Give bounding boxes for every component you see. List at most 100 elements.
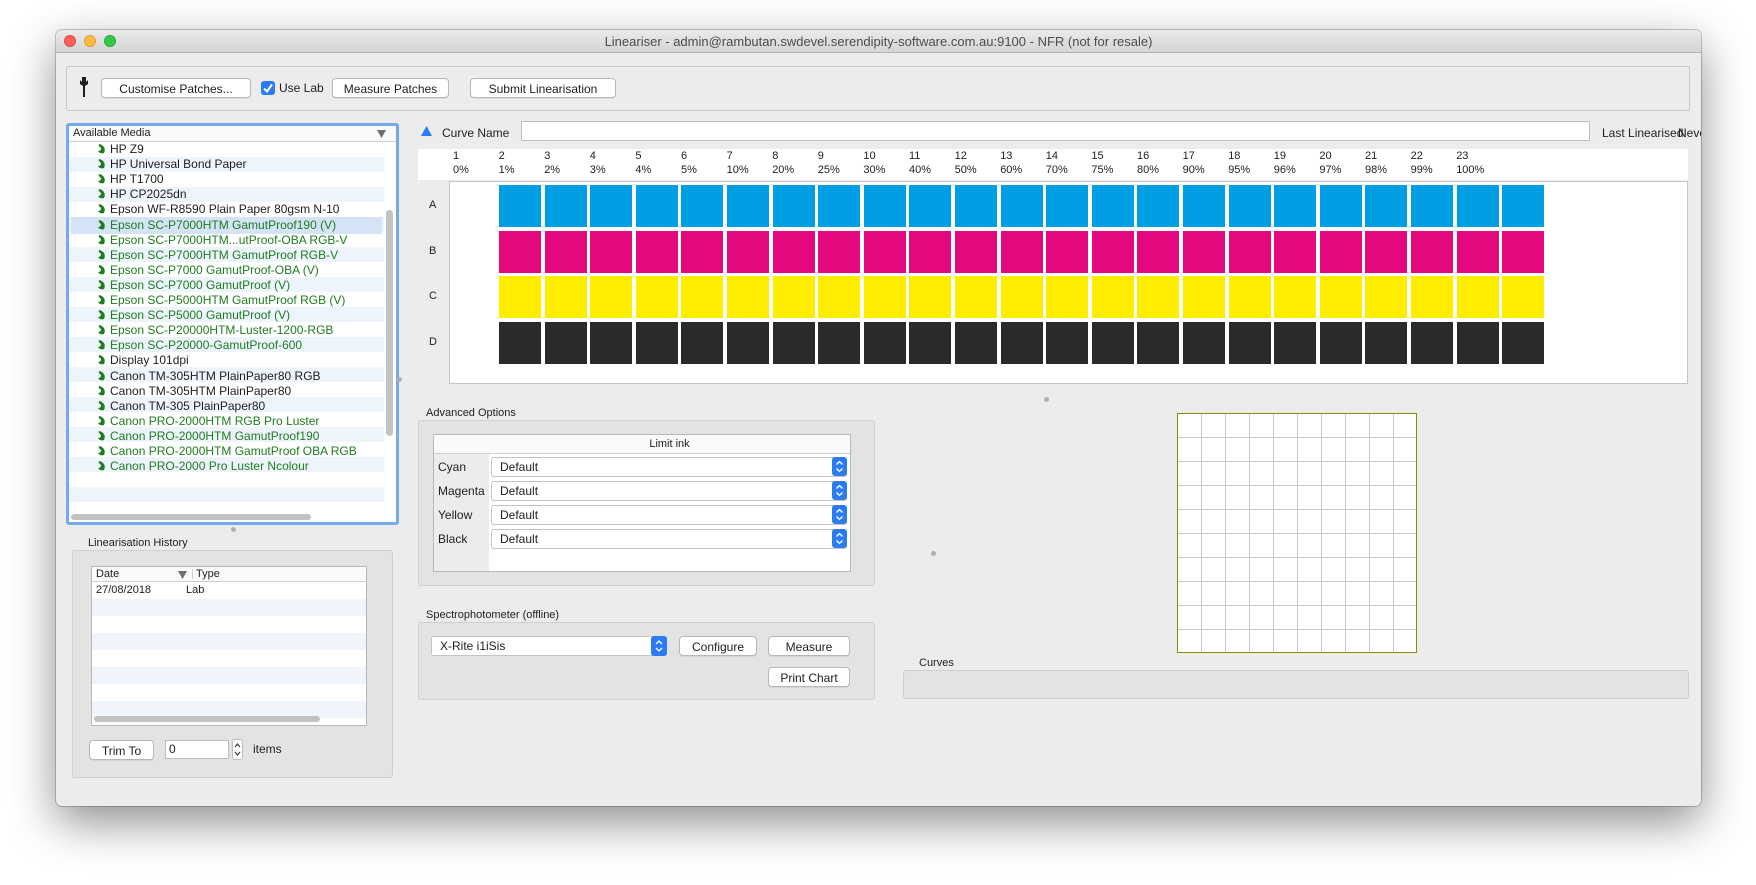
color-patch[interactable] <box>1456 230 1499 273</box>
color-patch[interactable] <box>1000 276 1043 318</box>
color-patch[interactable] <box>772 185 815 227</box>
color-patch[interactable] <box>955 230 997 273</box>
color-patch[interactable] <box>1046 185 1089 227</box>
color-patch[interactable] <box>1137 230 1180 273</box>
limit-ink-select[interactable]: Default <box>491 529 847 549</box>
color-patch[interactable] <box>1365 321 1408 364</box>
color-patch[interactable] <box>499 276 541 318</box>
color-patch[interactable] <box>727 230 769 273</box>
color-patch[interactable] <box>1137 185 1180 227</box>
color-patch[interactable] <box>1228 185 1271 227</box>
media-list-header[interactable]: Available Media <box>69 126 396 142</box>
color-patch[interactable] <box>772 276 815 318</box>
color-patch[interactable] <box>1274 230 1317 273</box>
color-patch[interactable] <box>544 276 587 318</box>
color-patch[interactable] <box>590 321 633 364</box>
color-patch[interactable] <box>772 230 815 273</box>
color-patch[interactable] <box>1411 321 1453 364</box>
color-patch[interactable] <box>1000 185 1043 227</box>
color-patch[interactable] <box>863 230 906 273</box>
color-patch[interactable] <box>1456 321 1499 364</box>
color-patch[interactable] <box>1411 276 1453 318</box>
history-type-header[interactable]: Type <box>196 568 220 580</box>
color-patch[interactable] <box>1502 276 1545 318</box>
color-patch[interactable] <box>635 230 678 273</box>
color-patch[interactable] <box>1365 230 1408 273</box>
measure-patches-button[interactable]: Measure Patches <box>332 78 449 98</box>
color-patch[interactable] <box>1046 230 1089 273</box>
color-patch[interactable] <box>955 276 997 318</box>
color-patch[interactable] <box>1319 321 1362 364</box>
media-vertical-scrollbar[interactable] <box>386 210 393 436</box>
color-patch[interactable] <box>1319 230 1362 273</box>
color-patch[interactable] <box>681 185 724 227</box>
color-patch[interactable] <box>818 185 861 227</box>
color-patch[interactable] <box>1091 276 1134 318</box>
color-patch[interactable] <box>681 321 724 364</box>
color-patch[interactable] <box>1183 276 1225 318</box>
disclosure-triangle-icon[interactable] <box>421 126 432 136</box>
color-patch[interactable] <box>681 276 724 318</box>
color-patch[interactable] <box>909 230 952 273</box>
color-patch[interactable] <box>499 230 541 273</box>
select-arrow-button[interactable] <box>832 505 847 524</box>
color-patch[interactable] <box>499 185 541 227</box>
color-patch[interactable] <box>635 276 678 318</box>
color-patch[interactable] <box>1091 230 1134 273</box>
color-patch[interactable] <box>1274 185 1317 227</box>
trim-count-input[interactable]: 0 <box>165 740 229 759</box>
color-patch[interactable] <box>681 230 724 273</box>
color-patch[interactable] <box>909 276 952 318</box>
submit-linearisation-button[interactable]: Submit Linearisation <box>470 78 616 98</box>
color-patch[interactable] <box>1137 276 1180 318</box>
color-patch[interactable] <box>955 321 997 364</box>
color-patch[interactable] <box>1502 321 1545 364</box>
measure-button[interactable]: Measure <box>768 636 850 656</box>
color-patch[interactable] <box>1274 321 1317 364</box>
configure-button[interactable]: Configure <box>679 636 757 656</box>
color-patch[interactable] <box>590 230 633 273</box>
color-patch[interactable] <box>863 276 906 318</box>
color-patch[interactable] <box>1046 321 1089 364</box>
splitter-handle[interactable] <box>397 377 402 382</box>
color-patch[interactable] <box>863 185 906 227</box>
color-patch[interactable] <box>1411 185 1453 227</box>
color-patch[interactable] <box>1274 276 1317 318</box>
limit-ink-select[interactable]: Default <box>491 505 847 525</box>
color-patch[interactable] <box>1456 276 1499 318</box>
color-patch[interactable] <box>1091 185 1134 227</box>
color-patch[interactable] <box>1228 276 1271 318</box>
color-patch[interactable] <box>1365 276 1408 318</box>
color-patch[interactable] <box>1183 321 1225 364</box>
splitter-handle[interactable] <box>231 527 236 532</box>
color-patch[interactable] <box>544 185 587 227</box>
color-patch[interactable] <box>544 321 587 364</box>
color-patch[interactable] <box>590 185 633 227</box>
limit-ink-select[interactable]: Default <box>491 457 847 477</box>
color-patch[interactable] <box>863 321 906 364</box>
color-patch[interactable] <box>590 276 633 318</box>
splitter-handle[interactable] <box>1044 397 1049 402</box>
color-patch[interactable] <box>1000 321 1043 364</box>
color-patch[interactable] <box>635 185 678 227</box>
color-patch[interactable] <box>1091 321 1134 364</box>
color-patch[interactable] <box>1319 276 1362 318</box>
color-patch[interactable] <box>635 321 678 364</box>
select-arrow-button[interactable] <box>832 481 847 500</box>
trim-stepper[interactable] <box>232 739 243 760</box>
color-patch[interactable] <box>1228 321 1271 364</box>
color-patch[interactable] <box>727 276 769 318</box>
color-patch[interactable] <box>1456 185 1499 227</box>
history-horizontal-scrollbar[interactable] <box>94 716 320 722</box>
limit-ink-select[interactable]: Default <box>491 481 847 501</box>
media-list-item[interactable]: Canon PRO-2000 Pro Luster Ncolour <box>71 458 382 475</box>
media-horizontal-scrollbar[interactable] <box>71 514 311 520</box>
use-lab-checkbox[interactable] <box>261 81 275 95</box>
select-arrow-button[interactable] <box>832 529 847 548</box>
color-patch[interactable] <box>818 276 861 318</box>
spectrophotometer-select[interactable]: X-Rite i1iSis <box>431 636 667 656</box>
color-patch[interactable] <box>955 185 997 227</box>
color-patch[interactable] <box>1502 230 1545 273</box>
color-patch[interactable] <box>1411 230 1453 273</box>
curve-name-input[interactable] <box>521 121 1590 141</box>
